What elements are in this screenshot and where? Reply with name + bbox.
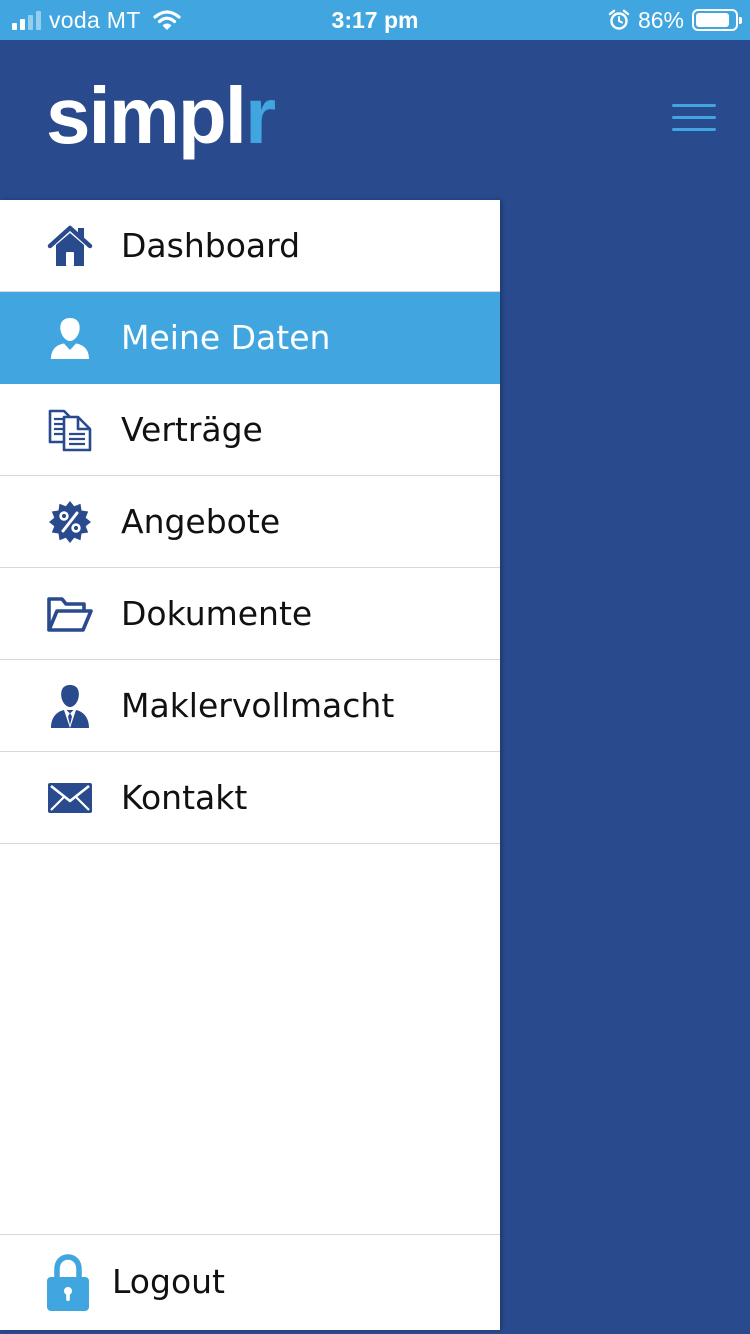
- folder-icon: [46, 590, 94, 638]
- logout-button[interactable]: Logout: [0, 1234, 500, 1330]
- menu-item-meine-daten[interactable]: Meine Daten: [0, 292, 500, 384]
- hamburger-icon[interactable]: [672, 104, 716, 132]
- house-icon: [46, 222, 94, 270]
- alarm-clock-icon: [608, 9, 630, 30]
- menu-label: Maklervollmacht: [121, 686, 395, 725]
- battery-percent: 86%: [637, 6, 684, 33]
- menu-list: Dashboard Meine Daten Verträge Angebote …: [0, 200, 500, 844]
- broker-icon: [46, 682, 94, 730]
- menu-label: Dashboard: [121, 226, 301, 265]
- status-bar: voda MT 3:17 pm 86%: [0, 0, 750, 40]
- menu-label: Angebote: [121, 502, 281, 541]
- logo-main-text: simpl: [46, 71, 247, 160]
- battery-icon: [692, 9, 742, 31]
- menu-label: Verträge: [121, 410, 263, 449]
- menu-item-dashboard[interactable]: Dashboard: [0, 200, 500, 292]
- menu-item-kontakt[interactable]: Kontakt: [0, 752, 500, 844]
- logo-accent-text: r: [244, 71, 276, 160]
- user-icon: [46, 314, 94, 362]
- app-logo: simplr: [46, 76, 276, 156]
- lock-icon: [44, 1253, 92, 1311]
- logout-label: Logout: [112, 1262, 225, 1301]
- status-right: 86%: [608, 0, 742, 40]
- menu-label: Meine Daten: [121, 318, 331, 357]
- navigation-drawer: Dashboard Meine Daten Verträge Angebote …: [0, 200, 500, 1330]
- menu-item-angebote[interactable]: Angebote: [0, 476, 500, 568]
- percent-badge-icon: [46, 498, 94, 546]
- menu-label: Kontakt: [121, 778, 248, 817]
- menu-label: Dokumente: [121, 594, 313, 633]
- envelope-icon: [46, 774, 94, 822]
- battery-fill: [696, 13, 729, 27]
- menu-item-dokumente[interactable]: Dokumente: [0, 568, 500, 660]
- menu-item-vertraege[interactable]: Verträge: [0, 384, 500, 476]
- documents-icon: [46, 406, 94, 454]
- menu-item-maklervollmacht[interactable]: Maklervollmacht: [0, 660, 500, 752]
- app-header: simplr: [0, 40, 750, 200]
